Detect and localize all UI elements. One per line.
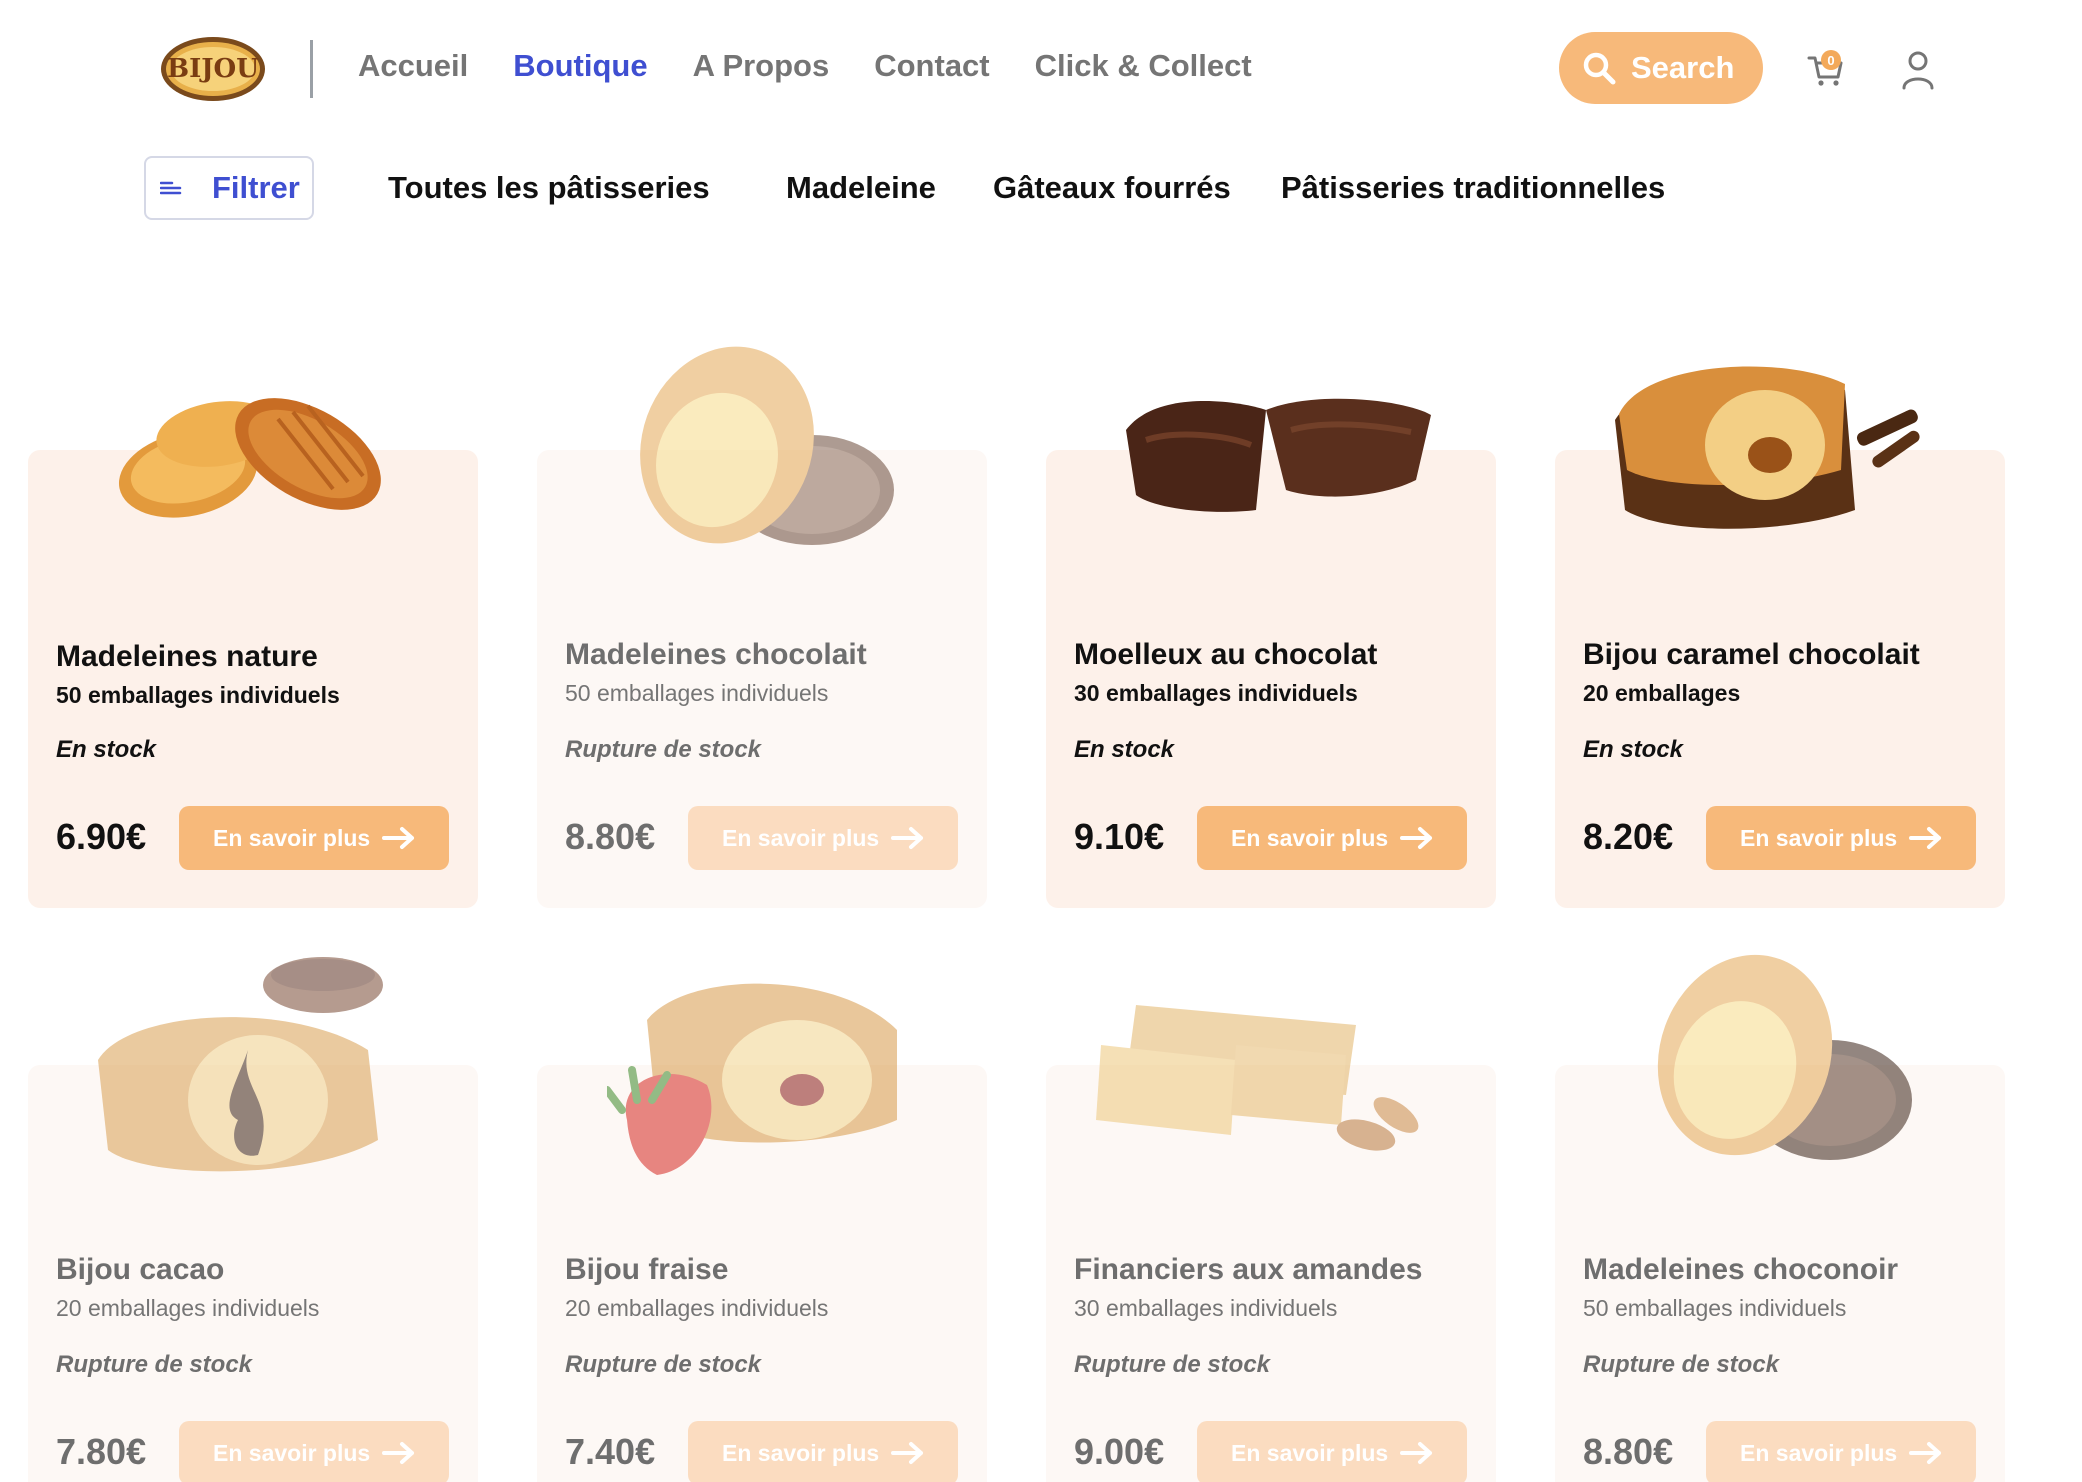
bijou-logo[interactable]: BIJOU xyxy=(159,35,267,103)
product-price: 9.00€ xyxy=(1074,1431,1165,1472)
product-name: Madeleines choconoir xyxy=(1583,1253,1899,1286)
product-card: Financiers aux amandes 30 emballages ind… xyxy=(1046,1005,1496,1482)
product-name: Bijou caramel chocolait xyxy=(1583,638,1920,671)
svg-text:BIJOU: BIJOU xyxy=(167,54,259,84)
more-info-button[interactable]: En savoir plus xyxy=(179,806,449,870)
product-name: Bijou fraise xyxy=(565,1253,729,1286)
category-madeleine[interactable]: Madeleine xyxy=(786,170,936,206)
more-info-button[interactable]: En savoir plus xyxy=(1706,806,1976,870)
product-pack: 20 emballages individuels xyxy=(565,1295,829,1321)
nav-contact[interactable]: Contact xyxy=(874,48,989,84)
product-image-bijou-caramel-chocolait xyxy=(1615,366,1920,529)
arrow-right-icon xyxy=(1909,1442,1942,1464)
filter-label: Filtrer xyxy=(212,170,300,205)
more-info-label: En savoir plus xyxy=(213,1439,371,1466)
product-card: Madeleines chocolait 50 emballages indiv… xyxy=(537,346,987,908)
product-stock: Rupture de stock xyxy=(56,1351,253,1378)
product-stock: En stock xyxy=(56,736,157,763)
arrow-right-icon xyxy=(891,1442,924,1464)
main-nav: Accueil Boutique A Propos Contact Click … xyxy=(358,48,1297,84)
product-image-bijou-fraise xyxy=(607,983,897,1175)
product-stock: Rupture de stock xyxy=(1583,1351,1780,1378)
product-name: Bijou cacao xyxy=(56,1253,225,1286)
filter-icon xyxy=(160,181,182,195)
more-info-label: En savoir plus xyxy=(722,1439,880,1466)
user-icon[interactable] xyxy=(1900,50,1936,90)
site-header: BIJOU Accueil Boutique A Propos Contact … xyxy=(0,0,2082,140)
product-pack: 50 emballages individuels xyxy=(1583,1295,1847,1321)
product-price: 8.80€ xyxy=(1583,1431,1674,1472)
search-button[interactable]: Search xyxy=(1559,32,1763,104)
product-image-madeleines-choconoir xyxy=(1657,954,1912,1160)
category-toutes[interactable]: Toutes les pâtisseries xyxy=(388,170,710,206)
product-price: 8.80€ xyxy=(565,816,656,857)
more-info-label: En savoir plus xyxy=(1740,1439,1898,1466)
product-pack: 20 emballages xyxy=(1583,680,1741,706)
arrow-right-icon xyxy=(891,827,924,849)
product-card: Bijou cacao 20 emballages individuels Ru… xyxy=(28,957,478,1482)
arrow-right-icon xyxy=(382,827,415,849)
product-image-moelleux-chocolat xyxy=(1126,398,1431,512)
product-stock: En stock xyxy=(1583,736,1684,763)
product-price: 7.40€ xyxy=(565,1431,656,1472)
cart-count-badge: 0 xyxy=(1821,50,1841,70)
product-stock: Rupture de stock xyxy=(1074,1351,1271,1378)
product-card: Madeleines nature 50 emballages individu… xyxy=(28,398,478,908)
product-pack: 50 emballages individuels xyxy=(565,680,829,706)
product-price: 7.80€ xyxy=(56,1431,147,1472)
filter-button[interactable]: Filtrer xyxy=(144,156,314,220)
category-patisseries-traditionnelles[interactable]: Pâtisseries traditionnelles xyxy=(1281,170,1665,206)
product-image-madeleines-nature xyxy=(118,398,381,518)
product-pack: 20 emballages individuels xyxy=(56,1295,320,1321)
product-pack: 30 emballages individuels xyxy=(1074,680,1358,706)
more-info-label: En savoir plus xyxy=(1231,1439,1389,1466)
nav-boutique[interactable]: Boutique xyxy=(513,48,647,84)
more-info-button[interactable]: En savoir plus xyxy=(1197,806,1467,870)
product-card: Bijou fraise 20 emballages individuels R… xyxy=(537,983,987,1482)
nav-accueil[interactable]: Accueil xyxy=(358,48,468,84)
product-name: Madeleines nature xyxy=(56,640,318,673)
product-stock: En stock xyxy=(1074,736,1175,763)
product-price: 8.20€ xyxy=(1583,816,1674,857)
product-card: Bijou caramel chocolait 20 emballages En… xyxy=(1555,366,2005,908)
nav-click-collect[interactable]: Click & Collect xyxy=(1035,48,1252,84)
more-info-button[interactable]: En savoir plus xyxy=(179,1421,449,1482)
product-pack: 50 emballages individuels xyxy=(56,682,340,708)
product-stock: Rupture de stock xyxy=(565,1351,762,1378)
more-info-button[interactable]: En savoir plus xyxy=(1706,1421,1976,1482)
more-info-label: En savoir plus xyxy=(1740,824,1898,851)
more-info-button[interactable]: En savoir plus xyxy=(688,1421,958,1482)
product-price: 6.90€ xyxy=(56,816,147,857)
product-price: 9.10€ xyxy=(1074,816,1165,857)
more-info-label: En savoir plus xyxy=(213,824,371,851)
category-gateaux-fourres[interactable]: Gâteaux fourrés xyxy=(993,170,1231,206)
logo-divider xyxy=(310,40,313,98)
search-icon xyxy=(1583,52,1616,85)
product-name: Moelleux au chocolat xyxy=(1074,638,1378,671)
product-stock: Rupture de stock xyxy=(565,736,762,763)
more-info-button[interactable]: En savoir plus xyxy=(688,806,958,870)
arrow-right-icon xyxy=(1400,827,1433,849)
nav-a-propos[interactable]: A Propos xyxy=(693,48,830,84)
arrow-right-icon xyxy=(1909,827,1942,849)
more-info-label: En savoir plus xyxy=(722,824,880,851)
product-pack: 30 emballages individuels xyxy=(1074,1295,1338,1321)
product-name: Financiers aux amandes xyxy=(1074,1253,1423,1286)
product-image-madeleines-chocolait xyxy=(640,346,894,545)
search-label: Search xyxy=(1631,50,1735,85)
product-card: Moelleux au chocolat 30 emballages indiv… xyxy=(1046,398,1496,908)
arrow-right-icon xyxy=(382,1442,415,1464)
product-card: Madeleines choconoir 50 emballages indiv… xyxy=(1555,954,2005,1482)
product-name: Madeleines chocolait xyxy=(565,638,867,671)
more-info-button[interactable]: En savoir plus xyxy=(1197,1421,1467,1482)
arrow-right-icon xyxy=(1400,1442,1433,1464)
product-image-bijou-cacao xyxy=(98,957,383,1172)
more-info-label: En savoir plus xyxy=(1231,824,1389,851)
product-image-financiers-amandes xyxy=(1096,1005,1419,1151)
